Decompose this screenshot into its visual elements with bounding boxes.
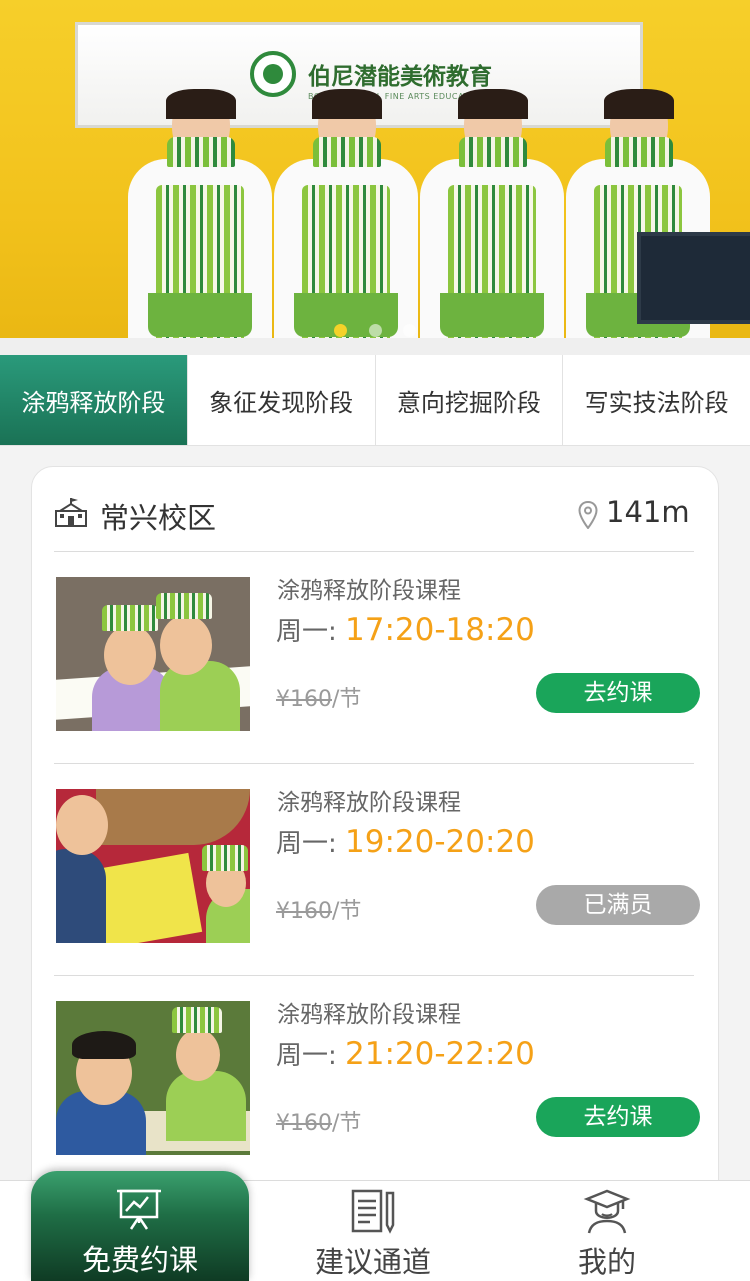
location-pin-icon [578, 501, 598, 529]
course-thumbnail [56, 577, 250, 731]
nav-free-booking[interactable]: 免费约课 [31, 1171, 249, 1281]
currency-symbol: ¥ [276, 899, 290, 924]
course-title: 涂鸦释放阶段课程 [277, 1002, 461, 1028]
course-item: 涂鸦释放阶段课程 周一: 19:20-20:20 ¥160/节 已满员 [54, 763, 700, 976]
currency-symbol: ¥ [276, 1111, 290, 1136]
reception-counter [0, 338, 750, 355]
tab-symbol-discovery[interactable]: 象征发现阶段 [188, 355, 376, 445]
banner-carousel[interactable]: 伯尼潜能美術教育 BONI POTENTIAL FINE ARTS EDUCAT… [0, 0, 750, 355]
course-schedule: 周一: 19:20-20:20 [276, 823, 535, 860]
nav-label: 我的 [577, 1245, 636, 1279]
course-price: ¥160/节 [276, 893, 361, 925]
graduate-profile-icon [583, 1189, 631, 1234]
course-thumbnail [56, 1001, 250, 1155]
course-title: 涂鸦释放阶段课程 [277, 790, 461, 816]
course-day: 周一: [276, 829, 337, 859]
book-class-button[interactable]: 去约课 [536, 673, 700, 713]
carousel-dot[interactable] [334, 324, 348, 337]
school-icon [55, 498, 87, 527]
carousel-dot[interactable] [368, 324, 382, 337]
course-time: 21:20-22:20 [345, 1036, 535, 1072]
bottom-nav: 免费约课 建议通道 我的 [0, 1171, 750, 1281]
course-thumbnail [56, 789, 250, 943]
book-class-button[interactable]: 去约课 [536, 1097, 700, 1137]
campus-distance: 141m [606, 495, 690, 529]
nav-suggestion-channel[interactable]: 建议通道 [263, 1181, 483, 1281]
price-unit: /节 [332, 1111, 362, 1136]
stage-tabs: 涂鸦释放阶段 象征发现阶段 意向挖掘阶段 写实技法阶段 [0, 355, 750, 446]
course-day: 周一: [276, 1041, 337, 1071]
course-schedule: 周一: 21:20-22:20 [276, 1035, 535, 1072]
nav-label: 建议通道 [314, 1245, 431, 1279]
course-price: ¥160/节 [276, 1105, 361, 1137]
course-item: 涂鸦释放阶段课程 周一: 17:20-18:20 ¥160/节 去约课 [54, 551, 700, 764]
course-schedule: 周一: 17:20-18:20 [276, 611, 535, 648]
carousel-dot[interactable] [402, 324, 416, 337]
currency-symbol: ¥ [276, 687, 290, 712]
course-title: 涂鸦释放阶段课程 [277, 578, 461, 604]
price-amount: 160 [290, 687, 332, 712]
price-amount: 160 [290, 1111, 332, 1136]
document-pen-icon [351, 1189, 395, 1234]
course-time: 19:20-20:20 [345, 824, 535, 860]
tab-realistic-technique[interactable]: 写实技法阶段 [563, 355, 750, 445]
class-full-button[interactable]: 已满员 [536, 885, 700, 925]
carousel-indicators [0, 322, 750, 337]
monitor-graphic [637, 232, 750, 324]
price-unit: /节 [332, 687, 362, 712]
banner-photo-teacher [120, 65, 280, 355]
banner-photo-teacher [266, 65, 426, 355]
nav-mine[interactable]: 我的 [497, 1181, 717, 1281]
course-item: 涂鸦释放阶段课程 周一: 21:20-22:20 ¥160/节 去约课 [54, 975, 700, 1187]
nav-label: 免费约课 [81, 1243, 198, 1277]
presentation-board-icon [117, 1189, 161, 1230]
price-unit: /节 [332, 899, 362, 924]
price-amount: 160 [290, 899, 332, 924]
campus-name: 常兴校区 [100, 501, 217, 535]
tab-graffiti-release[interactable]: 涂鸦释放阶段 [0, 355, 188, 445]
campus-header: 常兴校区 141m [54, 467, 694, 552]
course-day: 周一: [276, 617, 337, 647]
course-time: 17:20-18:20 [345, 612, 535, 648]
campus-course-card: 常兴校区 141m 涂鸦释放阶段课程 周一: 17:20-18:20 ¥160/… [31, 466, 719, 1226]
course-price: ¥160/节 [276, 681, 361, 713]
tab-intention-mining[interactable]: 意向挖掘阶段 [376, 355, 564, 445]
banner-photo-teacher [412, 65, 572, 355]
